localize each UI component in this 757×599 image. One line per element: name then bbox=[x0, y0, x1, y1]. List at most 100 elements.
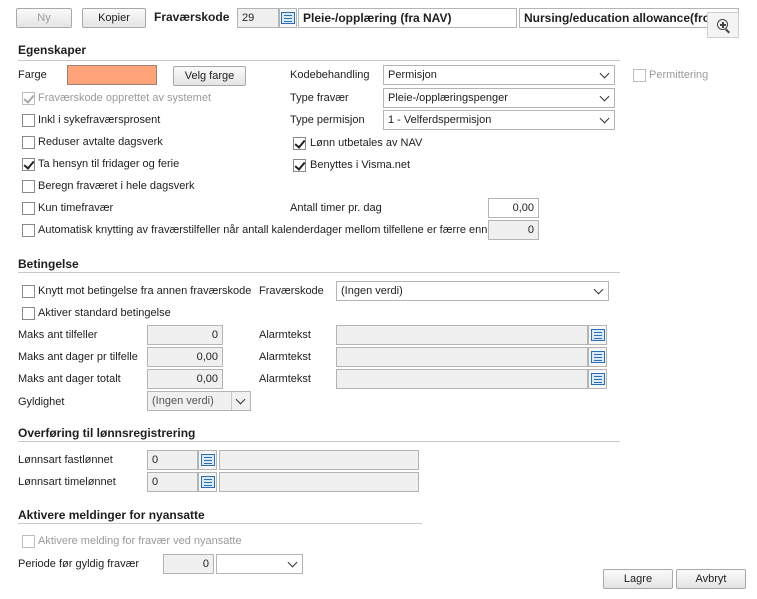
section-divider bbox=[18, 272, 620, 273]
color-swatch[interactable] bbox=[67, 65, 157, 85]
list-lookup-icon bbox=[281, 12, 295, 24]
inkl-syk-label: Inkl i sykefraværsprosent bbox=[38, 114, 161, 126]
beregn-checkbox[interactable] bbox=[22, 180, 35, 193]
alarmtekst-label: Alarmtekst bbox=[259, 329, 311, 341]
inkl-syk-checkbox[interactable] bbox=[22, 114, 35, 127]
chevron-down-icon bbox=[287, 557, 298, 568]
gyldighet-label: Gyldighet bbox=[18, 396, 65, 408]
permittering-checkbox[interactable] bbox=[633, 69, 646, 82]
section-divider bbox=[18, 60, 620, 61]
avbryt-button[interactable]: Avbryt bbox=[676, 569, 746, 589]
maks-tilfeller-label: Maks ant tilfeller bbox=[18, 329, 98, 341]
kodebehandling-label: Kodebehandling bbox=[290, 69, 370, 81]
list-lookup-icon bbox=[590, 351, 605, 363]
fravaerskode-value: (Ingen verdi) bbox=[341, 285, 403, 297]
aktivere-melding-label: Aktivere melding for fravær ved nyansatt… bbox=[38, 535, 242, 547]
type-permisjon-value: 1 - Velferdspermisjon bbox=[388, 114, 492, 126]
maks-dager-tilfelle-label: Maks ant dager pr tilfelle bbox=[18, 351, 138, 363]
lonnsart-time-lookup-button[interactable] bbox=[198, 472, 217, 492]
velg-farge-button[interactable]: Velg farge bbox=[173, 66, 246, 86]
maks-dager-totalt-label: Maks ant dager totalt bbox=[18, 373, 121, 385]
automatisk-checkbox[interactable] bbox=[22, 224, 35, 237]
knytt-label: Knytt mot betingelse fra annen fraværsko… bbox=[38, 285, 252, 297]
zoom-button[interactable] bbox=[707, 12, 739, 38]
fravaerskode-label: Fraværskode bbox=[259, 285, 324, 297]
alarmtekst-input-3[interactable] bbox=[336, 369, 588, 389]
permittering-label: Permittering bbox=[649, 69, 709, 81]
ta-hensyn-label: Ta hensyn til fridager og ferie bbox=[38, 158, 180, 170]
name-en-input[interactable]: Nursing/education allowance(from bbox=[519, 8, 739, 28]
periode-label: Periode før gyldig fravær bbox=[18, 558, 140, 570]
reduser-checkbox[interactable] bbox=[22, 136, 35, 149]
lonnsart-time-name bbox=[219, 472, 419, 492]
system-created-checkbox[interactable] bbox=[22, 92, 35, 105]
lonnsart-fast-input[interactable]: 0 bbox=[147, 450, 198, 470]
alarmtekst-lookup-button-1[interactable] bbox=[588, 325, 607, 345]
copy-button[interactable]: Kopier bbox=[82, 8, 146, 28]
chevron-down-icon bbox=[599, 68, 610, 79]
aktivere-melding-checkbox[interactable] bbox=[22, 535, 35, 548]
lonnsart-time-input[interactable]: 0 bbox=[147, 472, 198, 492]
type-fravaer-select[interactable]: Pleie-/opplæringspenger bbox=[383, 88, 615, 108]
chevron-down-icon bbox=[599, 91, 610, 102]
chevron-down-icon bbox=[599, 113, 610, 124]
section-title-overforing: Overføring til lønnsregistrering bbox=[18, 426, 196, 440]
periode-unit-select[interactable] bbox=[216, 554, 303, 574]
gyldighet-value: (Ingen verdi) bbox=[152, 395, 214, 407]
visma-label: Benyttes i Visma.net bbox=[310, 159, 411, 171]
antall-timer-input[interactable]: 0,00 bbox=[488, 198, 539, 218]
type-permisjon-label: Type permisjon bbox=[290, 114, 365, 126]
section-divider bbox=[18, 441, 620, 442]
list-lookup-icon bbox=[200, 454, 215, 466]
new-button[interactable]: Ny bbox=[16, 8, 72, 28]
gyldighet-select[interactable]: (Ingen verdi) bbox=[147, 391, 251, 411]
type-fravaer-value: Pleie-/opplæringspenger bbox=[388, 92, 508, 104]
automatisk-label: Automatisk knytting av fraværstilfeller … bbox=[38, 224, 488, 236]
list-lookup-icon bbox=[590, 373, 605, 385]
kodebehandling-value: Permisjon bbox=[388, 69, 437, 81]
chevron-down-icon bbox=[235, 394, 246, 405]
type-fravaer-label: Type fravær bbox=[290, 92, 349, 104]
system-created-label: Fraværskode opprettet av systemet bbox=[38, 92, 212, 104]
name-no-input[interactable]: Pleie-/opplæring (fra NAV) bbox=[298, 8, 517, 28]
maks-dager-totalt-input[interactable]: 0,00 bbox=[147, 369, 223, 389]
maks-dager-tilfelle-input[interactable]: 0,00 bbox=[147, 347, 223, 367]
code-lookup-button[interactable] bbox=[279, 8, 297, 28]
kodebehandling-select[interactable]: Permisjon bbox=[383, 65, 615, 85]
list-lookup-icon bbox=[590, 329, 605, 341]
antall-timer-label: Antall timer pr. dag bbox=[290, 202, 382, 214]
aktiver-std-checkbox[interactable] bbox=[22, 307, 35, 320]
section-title-betingelse: Betingelse bbox=[18, 257, 79, 271]
lonn-nav-label: Lønn utbetales av NAV bbox=[310, 137, 423, 149]
code-label: Fraværskode bbox=[154, 10, 230, 24]
chevron-down-icon bbox=[593, 284, 604, 295]
beregn-label: Beregn fraværet i hele dagsverk bbox=[38, 180, 195, 192]
kun-time-label: Kun timefravær bbox=[38, 202, 114, 214]
lonnsart-fast-lookup-button[interactable] bbox=[198, 450, 217, 470]
alarmtekst-input-2[interactable] bbox=[336, 347, 588, 367]
section-title-egenskaper: Egenskaper bbox=[18, 43, 87, 57]
lonnsart-fast-name bbox=[219, 450, 419, 470]
automatisk-days-input[interactable]: 0 bbox=[488, 220, 539, 240]
lagre-button[interactable]: Lagre bbox=[603, 569, 673, 589]
maks-tilfeller-input[interactable]: 0 bbox=[147, 325, 223, 345]
kun-time-checkbox[interactable] bbox=[22, 202, 35, 215]
section-divider bbox=[18, 523, 422, 524]
alarmtekst-label: Alarmtekst bbox=[259, 373, 311, 385]
alarmtekst-lookup-button-2[interactable] bbox=[588, 347, 607, 367]
code-input[interactable]: 29 bbox=[237, 8, 279, 28]
ta-hensyn-checkbox[interactable] bbox=[22, 158, 35, 171]
lonn-nav-checkbox[interactable] bbox=[293, 137, 306, 150]
list-lookup-icon bbox=[200, 476, 215, 488]
type-permisjon-select[interactable]: 1 - Velferdspermisjon bbox=[383, 110, 615, 130]
fravaerskode-select[interactable]: (Ingen verdi) bbox=[336, 281, 609, 301]
lonnsart-fast-label: Lønnsart fastlønnet bbox=[18, 454, 113, 466]
magnifier-plus-icon bbox=[717, 19, 733, 35]
reduser-label: Reduser avtalte dagsverk bbox=[38, 136, 163, 148]
alarmtekst-lookup-button-3[interactable] bbox=[588, 369, 607, 389]
visma-checkbox[interactable] bbox=[293, 159, 306, 172]
periode-input[interactable]: 0 bbox=[163, 554, 214, 574]
section-title-meldinger: Aktivere meldinger for nyansatte bbox=[18, 508, 205, 522]
alarmtekst-input-1[interactable] bbox=[336, 325, 588, 345]
knytt-checkbox[interactable] bbox=[22, 285, 35, 298]
